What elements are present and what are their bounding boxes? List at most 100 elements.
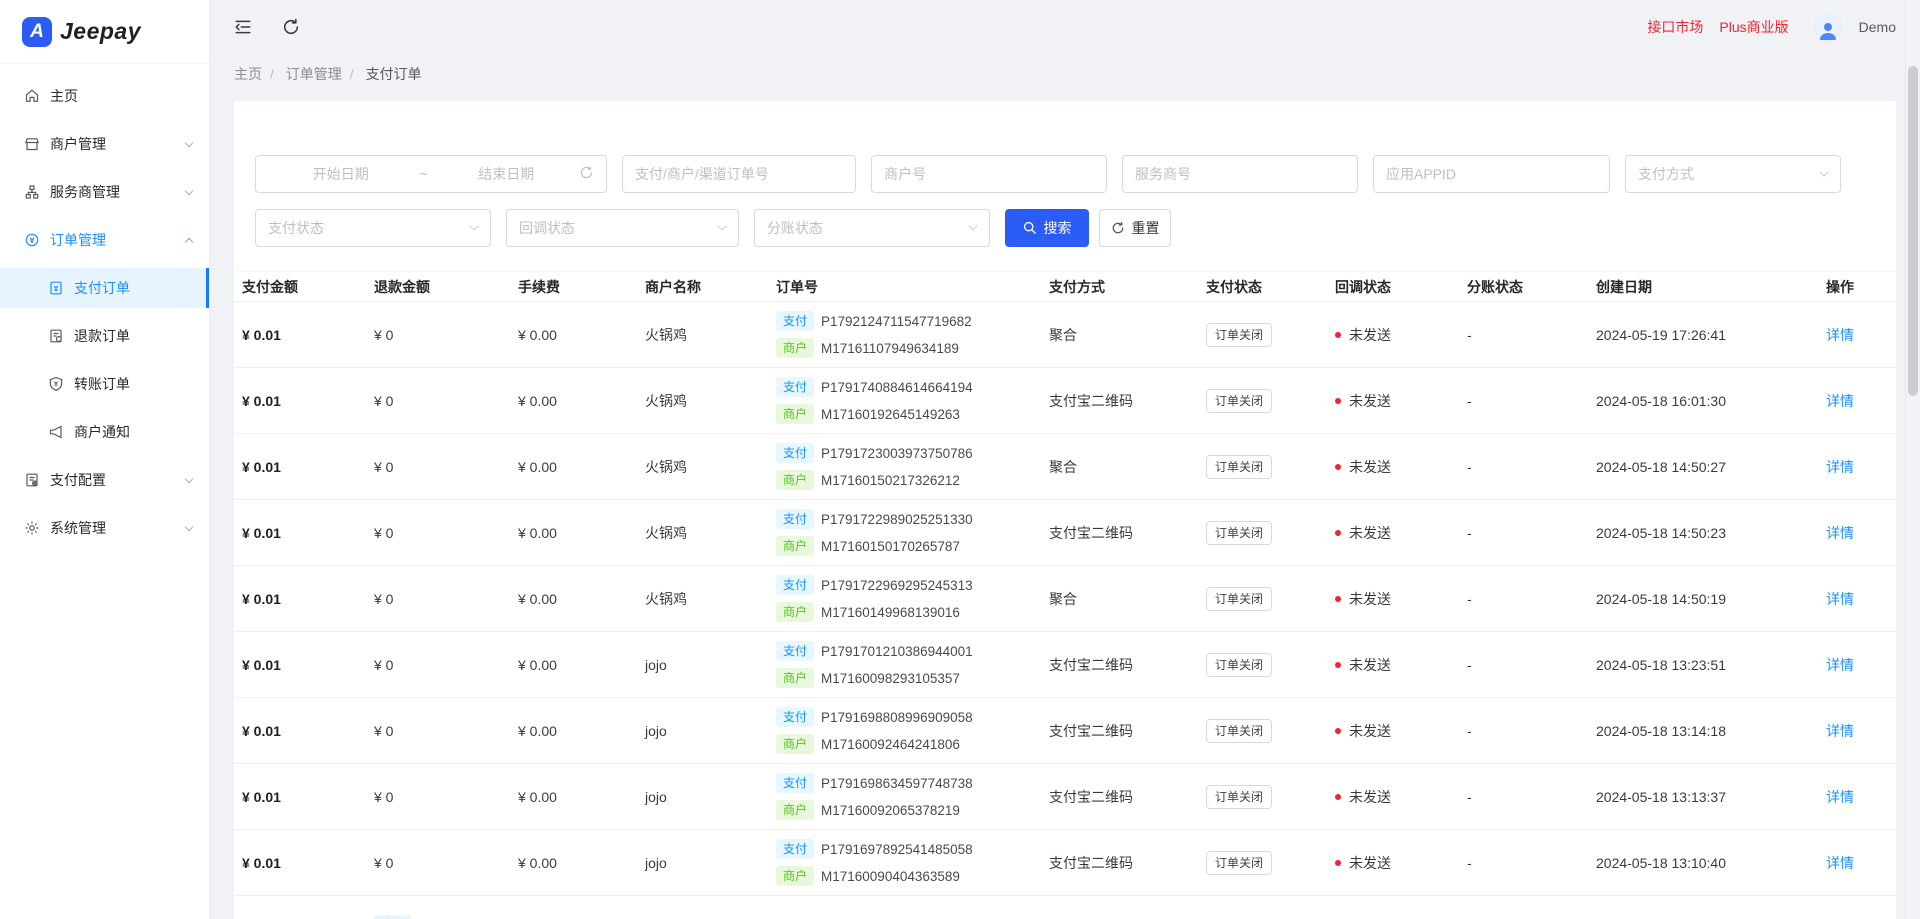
division-state: -	[1459, 367, 1588, 434]
merchant-order-no: M17160192645149263	[821, 406, 960, 422]
created-date: 2024-05-18 13:14:18	[1588, 697, 1818, 764]
user-avatar[interactable]	[1812, 12, 1843, 42]
order-numbers: 支付	[366, 895, 510, 919]
plus-edition-link[interactable]: Plus商业版	[1719, 17, 1788, 37]
breadcrumb-order-mgmt[interactable]: 订单管理	[286, 66, 342, 82]
main-area: 接口市场 Plus商业版 Demo 主页/ 订单管理/ 支付订单 ~	[210, 0, 1920, 919]
table-row: ¥ 0.01 ¥ 0 ¥ 0.00 jojo 支付 P1791701210386…	[234, 631, 1896, 698]
division-state-select[interactable]: 分账状态	[754, 209, 990, 247]
col-fee: 手续费	[510, 271, 637, 302]
transaction-icon	[24, 232, 40, 248]
order-state-tag: 订单关闭	[1206, 784, 1273, 809]
pay-way-select[interactable]: 支付方式	[1625, 155, 1841, 193]
detail-link[interactable]: 详情	[1826, 789, 1854, 805]
merchant-order-no: M17160092065378219	[821, 802, 960, 818]
fee: ¥ 0.00	[510, 829, 637, 896]
detail-link[interactable]: 详情	[1826, 591, 1854, 607]
merchant-name: 火锅鸡	[637, 367, 768, 434]
sidebar-item-merchant-mgmt[interactable]: 商户管理	[0, 124, 209, 164]
pay-way: 支付宝二维码	[1041, 829, 1198, 896]
topbar: 接口市场 Plus商业版 Demo	[234, 0, 1896, 54]
notify-state-select[interactable]: 回调状态	[506, 209, 739, 247]
table-row: 支付	[234, 895, 1896, 919]
order-numbers: 支付 P1791701210386944001 商户 M171600982931…	[768, 631, 1041, 698]
pay-amount: ¥ 0.01	[242, 326, 281, 343]
merchant-order-no: M17161107949634189	[821, 340, 959, 356]
sidebar-item-pay-orders[interactable]: 支付订单	[0, 268, 209, 308]
refund-amount: ¥ 0	[366, 433, 510, 500]
pay-way: 聚合	[1041, 433, 1198, 500]
menu-fold-icon[interactable]	[234, 18, 252, 36]
date-range-picker[interactable]: ~	[255, 155, 607, 193]
notify-state: 未发送	[1327, 367, 1459, 434]
app-id-input[interactable]	[1386, 166, 1597, 182]
reload-icon[interactable]	[282, 18, 300, 36]
refund-amount: ¥ 0	[366, 367, 510, 434]
detail-link[interactable]: 详情	[1826, 723, 1854, 739]
order-no-input[interactable]	[635, 166, 843, 182]
notify-state: 未发送	[1327, 763, 1459, 830]
sidebar-item-pay-config[interactable]: 支付配置	[0, 460, 209, 500]
cluster-icon	[24, 184, 40, 200]
notify-state	[637, 895, 768, 919]
isv-no-field[interactable]	[1122, 155, 1358, 193]
merchant-order-tag: 商户	[776, 470, 815, 490]
pay-state-select[interactable]: 支付状态	[255, 209, 491, 247]
username[interactable]: Demo	[1859, 19, 1896, 35]
chevron-down-icon	[184, 522, 194, 531]
pay-way: 支付宝二维码	[1041, 697, 1198, 764]
sidebar-item-system-mgmt[interactable]: 系统管理	[0, 508, 209, 548]
pay-amount: ¥ 0.01	[242, 722, 281, 739]
merchant-order-tag: 商户	[776, 866, 815, 886]
sidebar-item-label: 支付订单	[74, 280, 130, 296]
detail-link[interactable]: 详情	[1826, 855, 1854, 871]
sidebar-item-transfer-orders[interactable]: 转账订单	[0, 364, 209, 404]
merchant-no-field[interactable]	[871, 155, 1107, 193]
scrollbar-thumb[interactable]	[1908, 66, 1918, 396]
sidebar-item-order-mgmt[interactable]: 订单管理	[0, 220, 209, 260]
sidebar-item-merchant-notice[interactable]: 商户通知	[0, 412, 209, 452]
merchant-order-tag: 商户	[776, 602, 815, 622]
breadcrumb-current: 支付订单	[365, 66, 422, 82]
detail-link[interactable]: 详情	[1826, 459, 1854, 475]
detail-link[interactable]: 详情	[1826, 657, 1854, 673]
end-date-input[interactable]	[433, 166, 579, 182]
red-dot-icon	[1335, 793, 1341, 800]
detail-link[interactable]: 详情	[1826, 525, 1854, 541]
red-dot-icon	[1335, 397, 1341, 404]
col-created: 创建日期	[1588, 271, 1818, 302]
merchant-no-input[interactable]	[884, 166, 1094, 182]
reset-button[interactable]: 重置	[1099, 209, 1171, 247]
pay-amount: ¥ 0.01	[242, 524, 281, 541]
breadcrumb-home[interactable]: 主页	[234, 66, 262, 82]
api-market-link[interactable]: 接口市场	[1647, 17, 1703, 37]
division-state: -	[1459, 763, 1588, 830]
order-state-tag: 订单关闭	[1206, 520, 1273, 545]
sidebar-item-refund-orders[interactable]: 退款订单	[0, 316, 209, 356]
sidebar-item-label: 转账订单	[74, 376, 130, 392]
sidebar-item-isv-mgmt[interactable]: 服务商管理	[0, 172, 209, 212]
sidebar-item-home[interactable]: 主页	[0, 76, 209, 116]
detail-link[interactable]: 详情	[1826, 393, 1854, 409]
order-state-tag: 订单关闭	[1206, 454, 1273, 479]
merchant-name: 火锅鸡	[637, 565, 768, 632]
brand-logo[interactable]: A Jeepay	[0, 0, 209, 64]
pay-order-tag: 支付	[776, 773, 815, 793]
detail-link[interactable]: 详情	[1826, 327, 1854, 343]
isv-no-input[interactable]	[1135, 166, 1345, 182]
pay-way: 聚合	[1041, 565, 1198, 632]
pay-order-tag: 支付	[776, 311, 815, 331]
home-icon	[24, 88, 40, 104]
division-state: -	[1459, 301, 1588, 368]
vertical-scrollbar[interactable]	[1905, 0, 1920, 919]
search-filters: ~	[234, 101, 1896, 247]
breadcrumb: 主页 / 订单管理 / 支付订单	[234, 66, 422, 82]
search-button[interactable]: 搜索	[1005, 209, 1089, 247]
start-date-input[interactable]	[268, 166, 414, 182]
pay-way: 支付宝二维码	[1041, 367, 1198, 434]
app-id-field[interactable]	[1373, 155, 1610, 193]
pay-order-tag: 支付	[776, 377, 815, 397]
order-no-field[interactable]	[622, 155, 856, 193]
reset-icon	[1112, 221, 1123, 234]
pay-way: 支付宝二维码	[1041, 763, 1198, 830]
